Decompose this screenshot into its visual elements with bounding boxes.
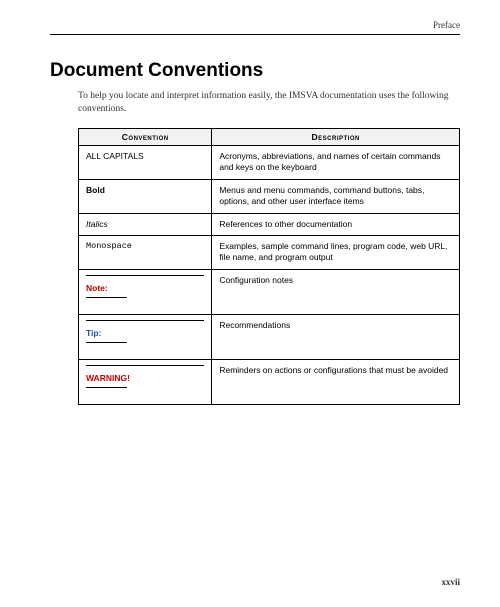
cell-convention-warning: WARNING!: [79, 359, 212, 404]
rule-top: [86, 365, 204, 367]
note-label: Note:: [86, 283, 108, 293]
cell-description: Recommendations: [212, 314, 460, 359]
table-row: Tip: Recommendations: [79, 314, 460, 359]
header-rule: [50, 34, 460, 35]
page: Preface Document Conventions To help you…: [0, 0, 500, 607]
table-row: Bold Menus and menu commands, command bu…: [79, 179, 460, 213]
rule-top: [86, 275, 204, 277]
header-description: Description: [212, 128, 460, 145]
rule-bottom: [86, 387, 127, 389]
table-row: Italics References to other documentatio…: [79, 213, 460, 235]
cell-convention: ALL CAPITALS: [79, 145, 212, 179]
cell-convention: Italics: [79, 213, 212, 235]
cell-description: References to other documentation: [212, 213, 460, 235]
cell-description: Menus and menu commands, command buttons…: [212, 179, 460, 213]
table-row: Note: Configuration notes: [79, 269, 460, 314]
cell-description: Acronyms, abbreviations, and names of ce…: [212, 145, 460, 179]
page-title: Document Conventions: [50, 60, 460, 82]
header-section: Preface: [50, 20, 460, 30]
rule-bottom: [86, 297, 127, 299]
cell-description: Examples, sample command lines, program …: [212, 235, 460, 269]
table-row: WARNING! Reminders on actions or configu…: [79, 359, 460, 404]
table-row: ALL CAPITALS Acronyms, abbreviations, an…: [79, 145, 460, 179]
header-convention: Convention: [79, 128, 212, 145]
warning-label: WARNING!: [86, 373, 130, 383]
table-header-row: Convention Description: [79, 128, 460, 145]
rule-top: [86, 320, 204, 322]
conventions-table: Convention Description ALL CAPITALS Acro…: [78, 128, 460, 405]
intro-paragraph: To help you locate and interpret informa…: [78, 90, 460, 116]
cell-convention: Monospace: [79, 235, 212, 269]
cell-convention-note: Note:: [79, 269, 212, 314]
cell-description: Configuration notes: [212, 269, 460, 314]
table-row: Monospace Examples, sample command lines…: [79, 235, 460, 269]
tip-label: Tip:: [86, 328, 101, 338]
cell-convention: Bold: [79, 179, 212, 213]
cell-convention-tip: Tip:: [79, 314, 212, 359]
rule-bottom: [86, 342, 127, 344]
page-number: xxvii: [441, 577, 460, 587]
cell-description: Reminders on actions or configurations t…: [212, 359, 460, 404]
